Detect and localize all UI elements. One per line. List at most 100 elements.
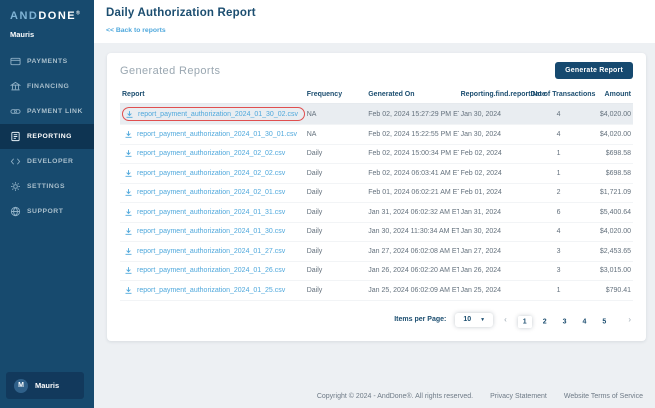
cell-frequency: Daily <box>305 203 367 223</box>
page-button-3[interactable]: 3 <box>558 316 572 328</box>
report-file-link[interactable]: report_payment_authorization_2024_01_30_… <box>138 111 298 118</box>
download-icon[interactable] <box>124 149 133 158</box>
sidebar-item-support[interactable]: SUPPORT <box>0 199 94 224</box>
column-header-report: Report <box>120 87 305 104</box>
cell-frequency: Daily <box>305 242 367 262</box>
download-icon[interactable] <box>124 247 133 256</box>
report-file: report_payment_authorization_2024_01_30_… <box>122 128 303 140</box>
table-row: report_payment_authorization_2024_02_01.… <box>120 183 633 203</box>
page-button-1[interactable]: 1 <box>518 316 532 328</box>
table-row: report_payment_authorization_2024_01_25.… <box>120 281 633 301</box>
cell-transactions: 2 <box>530 183 586 203</box>
download-icon[interactable] <box>124 188 133 197</box>
download-icon[interactable] <box>124 169 133 178</box>
cell-frequency: NA <box>305 125 367 145</box>
report-file-link[interactable]: report_payment_authorization_2024_01_26.… <box>137 267 285 274</box>
cell-amount: $790.41 <box>587 281 633 301</box>
cell-amount: $2,453.65 <box>587 242 633 262</box>
column-header-report-date: Reporting.find.reportDate <box>459 87 531 104</box>
report-file-highlighted: report_payment_authorization_2024_01_30_… <box>122 107 305 121</box>
page-button-4[interactable]: 4 <box>578 316 592 328</box>
brand-subtitle: Mauris <box>0 24 94 49</box>
cell-transactions: 3 <box>530 261 586 281</box>
terms-of-service-link[interactable]: Website Terms of Service <box>564 393 643 400</box>
download-icon[interactable] <box>125 110 134 119</box>
cell-amount: $698.58 <box>587 164 633 184</box>
cell-report-date: Jan 25, 2024 <box>459 281 531 301</box>
gear-icon <box>10 181 21 192</box>
column-header-frequency: Frequency <box>305 87 367 104</box>
cell-amount: $3,015.00 <box>587 261 633 281</box>
logo-text-and: AND <box>10 10 38 22</box>
column-header-transactions: No of Transactions <box>530 87 586 104</box>
table-header-row: Report Frequency Generated On Reporting.… <box>120 87 633 104</box>
back-to-reports-link[interactable]: << Back to reports <box>106 27 166 34</box>
cell-report-date: Jan 30, 2024 <box>459 222 531 242</box>
sidebar-item-settings[interactable]: SETTINGS <box>0 174 94 199</box>
sidebar-item-label: PAYMENT LINK <box>27 108 83 115</box>
sidebar-item-label: SUPPORT <box>27 208 63 215</box>
card-title: Generated Reports <box>120 65 220 77</box>
cell-amount: $4,020.00 <box>587 104 633 125</box>
sidebar-item-label: REPORTING <box>27 133 72 140</box>
prev-page-button[interactable]: ‹ <box>502 315 509 324</box>
report-file-link[interactable]: report_payment_authorization_2024_02_01.… <box>137 189 285 196</box>
page-button-5[interactable]: 5 <box>597 316 611 328</box>
cell-report-date: Jan 31, 2024 <box>459 203 531 223</box>
user-menu[interactable]: M Mauris <box>6 372 84 399</box>
report-file: report_payment_authorization_2024_02_01.… <box>122 187 291 199</box>
cell-generated-on: Jan 30, 2024 11:30:34 AM ET <box>366 222 458 242</box>
download-icon[interactable] <box>124 208 133 217</box>
next-page-button[interactable]: › <box>626 315 633 324</box>
sidebar-item-payment-link[interactable]: PAYMENT LINK <box>0 99 94 124</box>
cell-transactions: 6 <box>530 203 586 223</box>
bank-icon <box>10 81 21 92</box>
sidebar-item-label: DEVELOPER <box>27 158 73 165</box>
sidebar-item-financing[interactable]: FINANCING <box>0 74 94 99</box>
sidebar-item-reporting[interactable]: REPORTING <box>0 124 94 149</box>
code-icon <box>10 156 21 167</box>
report-file: report_payment_authorization_2024_01_26.… <box>122 265 291 277</box>
sidebar-item-label: FINANCING <box>27 83 69 90</box>
download-icon[interactable] <box>124 286 133 295</box>
table-row: report_payment_authorization_2024_01_26.… <box>120 261 633 281</box>
page-title: Daily Authorization Report <box>106 7 643 19</box>
cell-report-date: Jan 30, 2024 <box>459 125 531 145</box>
generated-reports-card: Generated Reports Generate Report Report… <box>107 53 646 341</box>
table-row: report_payment_authorization_2024_02_02.… <box>120 164 633 184</box>
report-file-link[interactable]: report_payment_authorization_2024_01_27.… <box>137 248 285 255</box>
download-icon[interactable] <box>124 130 133 139</box>
download-icon[interactable] <box>124 266 133 275</box>
chevron-down-icon: ▼ <box>480 317 485 323</box>
main-content: Daily Authorization Report << Back to re… <box>94 0 655 408</box>
cell-frequency: Daily <box>305 164 367 184</box>
sidebar: ANDDONE® Mauris PAYMENTS FINANCING PAYME… <box>0 0 94 408</box>
logo-text-done: DONE <box>38 10 76 22</box>
sidebar-item-payments[interactable]: PAYMENTS <box>0 49 94 74</box>
cell-generated-on: Feb 02, 2024 06:03:41 AM ET <box>366 164 458 184</box>
report-file-link[interactable]: report_payment_authorization_2024_01_25.… <box>137 287 285 294</box>
sidebar-item-developer[interactable]: DEVELOPER <box>0 149 94 174</box>
cell-frequency: Daily <box>305 281 367 301</box>
download-icon[interactable] <box>124 227 133 236</box>
page-button-2[interactable]: 2 <box>538 316 552 328</box>
report-file-link[interactable]: report_payment_authorization_2024_01_30.… <box>137 228 285 235</box>
cell-generated-on: Feb 02, 2024 15:00:34 PM ET <box>366 144 458 164</box>
report-file: report_payment_authorization_2024_02_02.… <box>122 148 291 160</box>
report-file-link[interactable]: report_payment_authorization_2024_02_02.… <box>137 170 285 177</box>
report-file-link[interactable]: report_payment_authorization_2024_01_31.… <box>137 209 285 216</box>
report-file-link[interactable]: report_payment_authorization_2024_01_30_… <box>137 131 297 138</box>
cell-amount: $4,020.00 <box>587 222 633 242</box>
report-file-link[interactable]: report_payment_authorization_2024_02_02.… <box>137 150 285 157</box>
items-per-page-select[interactable]: 10 ▼ <box>455 313 493 327</box>
link-icon <box>10 106 21 117</box>
cell-report-date: Feb 01, 2024 <box>459 183 531 203</box>
table-row: report_payment_authorization_2024_01_30.… <box>120 222 633 242</box>
table-row: report_payment_authorization_2024_01_27.… <box>120 242 633 262</box>
cell-amount: $1,721.09 <box>587 183 633 203</box>
card-icon <box>10 56 21 67</box>
generate-report-button[interactable]: Generate Report <box>555 62 633 79</box>
privacy-statement-link[interactable]: Privacy Statement <box>490 393 547 400</box>
table-row: report_payment_authorization_2024_01_30_… <box>120 104 633 125</box>
cell-transactions: 4 <box>530 125 586 145</box>
